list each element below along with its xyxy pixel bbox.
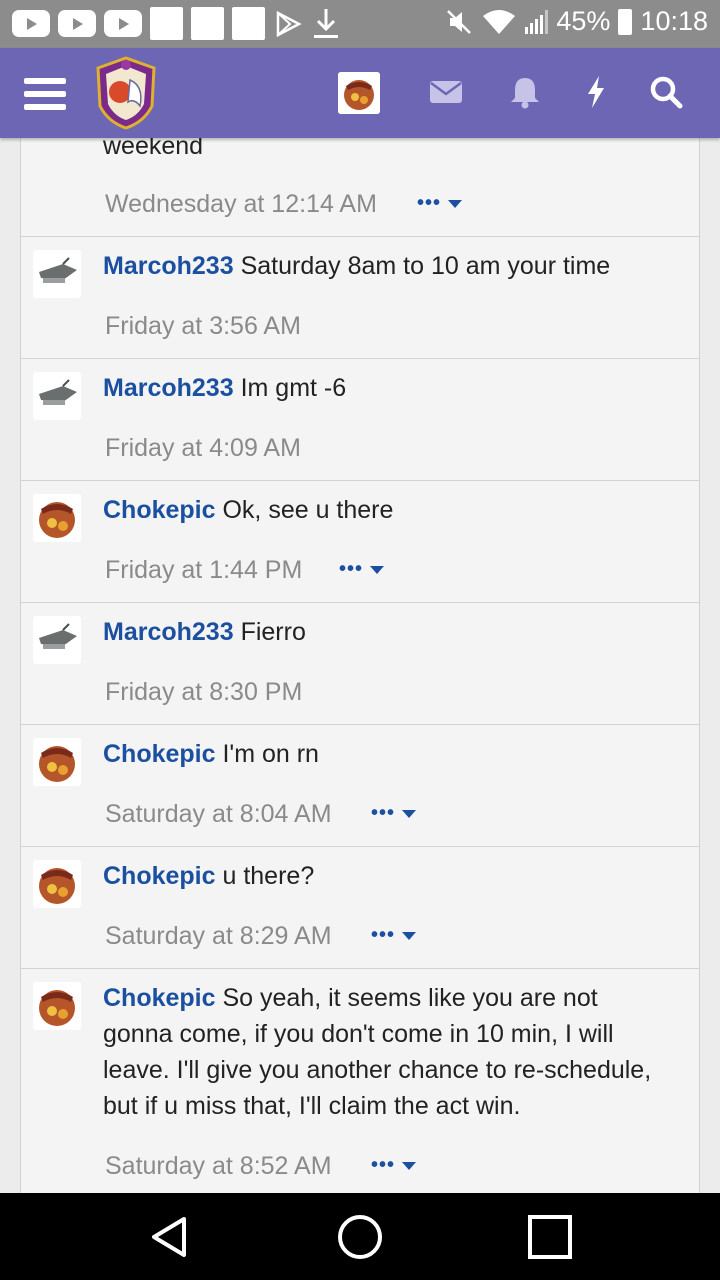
message-time[interactable]: Saturday at 8:29 AM: [105, 922, 332, 951]
user-avatar[interactable]: [33, 494, 81, 542]
message-text: u there?: [222, 862, 315, 890]
message-item: Marcoh233 Im gmt -6 Friday at 4:09 AM: [21, 358, 699, 481]
more-icon: •••: [417, 192, 442, 214]
message-time[interactable]: Saturday at 8:04 AM: [105, 800, 332, 829]
message-text: Saturday 8am to 10 am your time: [240, 252, 611, 280]
user-avatar[interactable]: [33, 860, 81, 908]
message-time[interactable]: Saturday at 8:52 AM: [105, 1152, 332, 1181]
message-item: Chokepic I'm on rn Saturday at 8:04 AM •…: [21, 724, 699, 847]
message-body: Chokepic Ok, see u there: [103, 492, 673, 528]
message-body: Marcoh233 Im gmt -6: [103, 370, 673, 406]
more-icon: •••: [371, 1154, 396, 1176]
more-icon: •••: [371, 924, 396, 946]
message-item: Chokepic So yeah, it seems like you are …: [21, 968, 699, 1193]
notification-icons: [12, 7, 341, 40]
username-link[interactable]: Chokepic: [103, 740, 216, 768]
youtube-notification-icon: [12, 10, 50, 37]
message-menu-button[interactable]: •••: [417, 192, 463, 215]
chevron-down-icon: [402, 931, 417, 940]
message-body: Marcoh233 Saturday 8am to 10 am your tim…: [103, 248, 673, 284]
top-bar: [0, 48, 720, 138]
message-item: Marcoh233 Fierro Friday at 8:30 PM: [21, 602, 699, 725]
username-link[interactable]: Chokepic: [103, 862, 216, 890]
mute-icon: [447, 9, 472, 34]
user-avatar[interactable]: [33, 616, 81, 664]
message-body: Chokepic I'm on rn: [103, 736, 673, 772]
username-link[interactable]: Marcoh233: [103, 374, 234, 402]
message-text: Im gmt -6: [240, 374, 347, 402]
youtube-notification-icon: [58, 10, 96, 37]
back-icon[interactable]: [144, 1211, 196, 1263]
message-text: Fierro: [240, 618, 306, 646]
app-notification-icon: [191, 7, 224, 40]
mail-icon[interactable]: [426, 72, 466, 112]
user-avatar[interactable]: [33, 250, 81, 298]
username-link[interactable]: Marcoh233: [103, 252, 234, 280]
message-body: Chokepic u there?: [103, 858, 673, 894]
signal-icon: [525, 9, 549, 34]
message-text: I'm on rn: [222, 740, 319, 768]
username-link[interactable]: Chokepic: [103, 496, 216, 524]
search-icon[interactable]: [646, 72, 686, 112]
bell-icon[interactable]: [505, 72, 545, 112]
message-time[interactable]: Friday at 1:44 PM: [105, 556, 302, 585]
message-time[interactable]: Friday at 8:30 PM: [105, 678, 302, 707]
chevron-down-icon: [370, 565, 385, 574]
system-indicators: 45% 10:18: [445, 6, 708, 37]
username-link[interactable]: Marcoh233: [103, 618, 234, 646]
status-bar: 45% 10:18: [0, 0, 720, 48]
message-time[interactable]: Friday at 4:09 AM: [105, 434, 301, 463]
bolt-icon[interactable]: [576, 72, 616, 112]
user-avatar[interactable]: [33, 372, 81, 420]
more-icon: •••: [371, 802, 396, 824]
chevron-down-icon: [402, 809, 417, 818]
chevron-down-icon: [448, 199, 463, 208]
app-notification-icon: [232, 7, 265, 40]
menu-icon[interactable]: [24, 78, 66, 110]
message-text: Ok, see u there: [222, 496, 394, 524]
system-nav-bar: [0, 1193, 720, 1280]
message-menu-button[interactable]: •••: [339, 558, 385, 581]
message-body: Chokepic So yeah, it seems like you are …: [103, 980, 673, 1124]
profile-posts-list: weekend Wednesday at 12:14 AM ••• Marcoh…: [20, 138, 700, 1193]
message-menu-button[interactable]: •••: [371, 802, 417, 825]
recents-icon[interactable]: [524, 1211, 576, 1263]
message-item: Chokepic Ok, see u there Friday at 1:44 …: [21, 480, 699, 603]
chevron-down-icon: [402, 1161, 417, 1170]
user-avatar[interactable]: [33, 738, 81, 786]
clock: 10:18: [640, 6, 708, 36]
message-menu-button[interactable]: •••: [371, 924, 417, 947]
username-link[interactable]: Chokepic: [103, 984, 216, 1012]
play-store-icon: [276, 10, 302, 37]
more-icon: •••: [339, 558, 364, 580]
youtube-notification-icon: [104, 10, 142, 37]
home-icon[interactable]: [334, 1211, 386, 1263]
download-icon: [314, 9, 338, 38]
message-text: weekend: [103, 138, 204, 160]
message-menu-button[interactable]: •••: [371, 1154, 417, 1177]
user-avatar[interactable]: [33, 982, 81, 1030]
message-item: Chokepic u there? Saturday at 8:29 AM ••…: [21, 846, 699, 969]
message-time[interactable]: Friday at 3:56 AM: [105, 312, 301, 341]
message-item: Marcoh233 Saturday 8am to 10 am your tim…: [21, 236, 699, 359]
message-time[interactable]: Wednesday at 12:14 AM: [105, 190, 377, 219]
battery-icon: [618, 8, 633, 35]
wifi-icon: [483, 9, 516, 34]
avatar[interactable]: [338, 72, 380, 114]
message-body: Marcoh233 Fierro: [103, 614, 673, 650]
app-notification-icon: [150, 7, 183, 40]
battery-percent: 45%: [556, 6, 611, 36]
site-logo[interactable]: [94, 56, 158, 130]
